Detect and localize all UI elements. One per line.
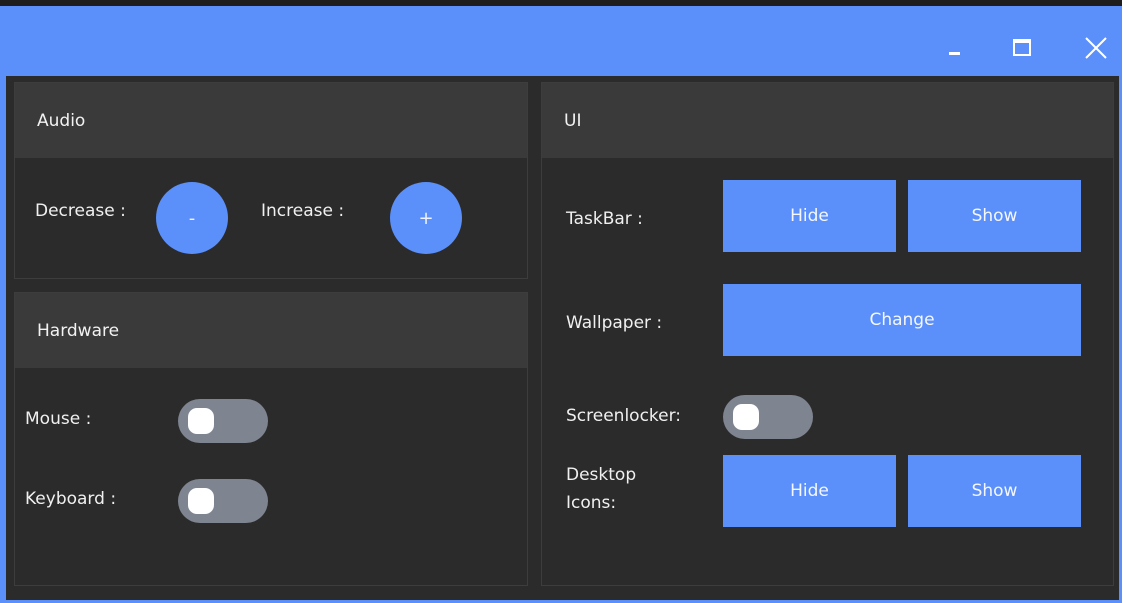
desktop-icons-hide-button[interactable]: Hide [723, 455, 896, 527]
keyboard-toggle-knob [188, 488, 214, 514]
keyboard-label: Keyboard : [25, 489, 117, 509]
wallpaper-label: Wallpaper : [566, 313, 663, 333]
screenlocker-toggle[interactable] [723, 395, 813, 439]
keyboard-toggle[interactable] [178, 479, 268, 523]
window-content: Audio Decrease : - Increase : + Hardware… [6, 76, 1119, 600]
taskbar-show-button[interactable]: Show [908, 180, 1081, 252]
desktop-icons-label-line2: Icons: [566, 493, 617, 513]
volume-decrease-button[interactable]: - [156, 182, 228, 254]
taskbar-label: TaskBar : [566, 209, 643, 229]
ui-panel-header: UI [542, 83, 1113, 158]
screenlocker-toggle-knob [733, 404, 759, 430]
audio-panel-header: Audio [15, 83, 527, 158]
audio-panel: Audio Decrease : - Increase : + [14, 82, 528, 279]
hardware-panel-title: Hardware [37, 320, 120, 341]
close-button[interactable] [1078, 30, 1114, 66]
title-bar[interactable] [0, 6, 1122, 76]
hardware-panel: Hardware Mouse : Keyboard : [14, 292, 528, 586]
maximize-icon [1013, 39, 1031, 56]
mouse-toggle[interactable] [178, 399, 268, 443]
desktop-icons-label-line1: Desktop [566, 465, 637, 485]
increase-label: Increase : [261, 201, 345, 221]
close-icon [1085, 37, 1107, 59]
audio-panel-title: Audio [37, 110, 86, 131]
wallpaper-change-button[interactable]: Change [723, 284, 1081, 356]
desktop-icons-show-button[interactable]: Show [908, 455, 1081, 527]
screenlocker-label: Screenlocker: [566, 406, 682, 426]
maximize-button[interactable] [1004, 30, 1040, 66]
taskbar-hide-button[interactable]: Hide [723, 180, 896, 252]
volume-increase-button[interactable]: + [390, 182, 462, 254]
ui-panel: UI TaskBar : Hide Show Wallpaper : Chang… [541, 82, 1114, 586]
mouse-label: Mouse : [25, 409, 92, 429]
mouse-toggle-knob [188, 408, 214, 434]
window-top-border [0, 0, 1122, 6]
decrease-label: Decrease : [35, 201, 126, 221]
minimize-button[interactable] [937, 30, 973, 66]
ui-panel-title: UI [564, 110, 582, 131]
hardware-panel-header: Hardware [15, 293, 527, 368]
minimize-icon [949, 52, 960, 55]
app-window: Audio Decrease : - Increase : + Hardware… [0, 6, 1122, 603]
